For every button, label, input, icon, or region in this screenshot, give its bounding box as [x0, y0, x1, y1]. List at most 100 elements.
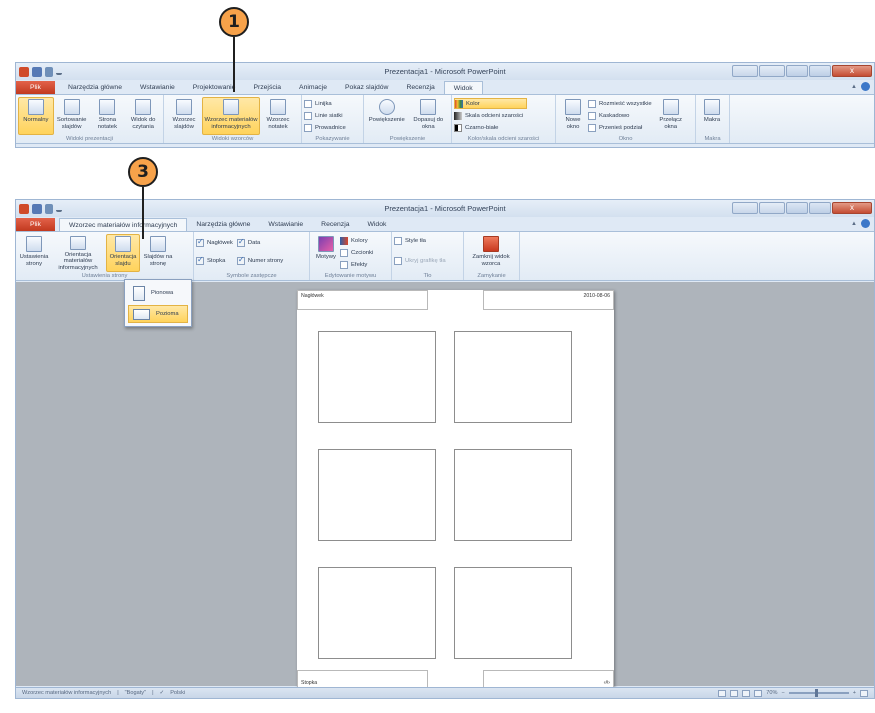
slides-per-page-button[interactable]: Slajdów na stronę [140, 234, 176, 272]
normal-view-button[interactable]: Normalny [18, 97, 54, 135]
title-bar: Prezentacja1 - Microsoft PowerPoint x [16, 63, 874, 80]
maximize-icon[interactable] [809, 202, 831, 214]
tab-animations[interactable]: Animacje [290, 81, 336, 94]
page-number-checkbox[interactable]: Numer strony [236, 255, 287, 266]
status-theme: "Bogaty" [124, 690, 147, 696]
grayscale-button[interactable]: Skala odcieni szarości [454, 110, 527, 121]
tab-design[interactable]: Projektowanie [184, 81, 245, 94]
close-icon[interactable]: x [832, 202, 872, 214]
reading-view-status-icon[interactable] [742, 689, 751, 697]
status-language[interactable]: Polski [170, 690, 185, 696]
help-area: ▲ [851, 219, 870, 228]
themes-button[interactable]: Motywy [312, 234, 340, 272]
slideshow-status-icon[interactable] [754, 689, 763, 697]
slide-slot-2[interactable] [454, 331, 572, 423]
colors-dropdown[interactable]: Kolory [340, 235, 377, 246]
group-label: Widoki prezentacji [65, 136, 114, 142]
help-icon[interactable] [861, 82, 870, 91]
minimize-ribbon-icon[interactable]: ▲ [851, 84, 857, 90]
tab-file[interactable]: Plik [16, 81, 55, 94]
fit-slide-status-icon[interactable] [860, 689, 868, 697]
background-styles-dropdown[interactable]: Style tła [394, 235, 450, 246]
ribbon-handout-master: Ustawienia strony Orientacja materiałów … [16, 231, 874, 281]
tab-review[interactable]: Recenzja [312, 218, 358, 231]
tab-home[interactable]: Narzędzia główne [187, 218, 259, 231]
gridlines-checkbox[interactable]: Linie siatki [304, 110, 350, 121]
extra-control-icon[interactable] [732, 202, 758, 214]
cascade-icon [588, 111, 596, 120]
zoom-level[interactable]: 70% [766, 690, 777, 696]
group-show: Linijka Linie siatki Prowadnice Pokazywa… [302, 95, 364, 143]
handout-orientation-button[interactable]: Orientacja materiałów informacyjnych [50, 234, 106, 272]
header-checkbox[interactable]: Nagłówek [196, 237, 237, 248]
cascade-button[interactable]: Kaskadowo [588, 110, 656, 121]
zoom-out-icon[interactable]: − [781, 690, 784, 696]
colors-icon [340, 236, 348, 245]
notes-page-button[interactable]: Strona notatek [90, 97, 126, 135]
notes-master-button[interactable]: Wzorzec notatek [260, 97, 296, 135]
orientation-portrait-item[interactable]: Pionowa [128, 284, 188, 302]
slide-slot-1[interactable] [318, 331, 436, 423]
arrange-all-button[interactable]: Rozmieść wszystkie [588, 98, 656, 109]
close-icon[interactable]: x [832, 65, 872, 77]
slide-slot-5[interactable] [318, 567, 436, 659]
color-button[interactable]: Kolor [454, 98, 528, 109]
maximize-icon[interactable] [809, 65, 831, 77]
new-window-icon [565, 99, 581, 115]
black-white-button[interactable]: Czarno-białe [454, 122, 527, 133]
minimize-ribbon-icon[interactable]: ▲ [851, 221, 857, 227]
slide-slot-3[interactable] [318, 449, 436, 541]
tab-file[interactable]: Plik [16, 218, 55, 231]
extra-control-icon-2[interactable] [759, 65, 785, 77]
tab-home[interactable]: Narzędzia główne [59, 81, 131, 94]
extra-control-icon[interactable] [732, 65, 758, 77]
guides-checkbox[interactable]: Prowadnice [304, 122, 350, 133]
group-label: Makra [704, 136, 721, 142]
new-window-button[interactable]: Nowe okno [558, 97, 588, 135]
footer-checkbox[interactable]: Stopka [196, 255, 237, 266]
slide-slot-4[interactable] [454, 449, 572, 541]
ruler-checkbox[interactable]: Linijka [304, 98, 350, 109]
zoom-in-icon[interactable]: + [853, 690, 856, 696]
effects-dropdown[interactable]: Efekty [340, 259, 377, 270]
handout-master-button[interactable]: Wzorzec materiałów informacyjnych [202, 97, 260, 135]
hide-background-checkbox[interactable]: Ukryj grafikę tła [394, 255, 450, 266]
date-placeholder[interactable]: 2010-08-06 [483, 290, 614, 310]
minimize-icon[interactable] [786, 202, 808, 214]
group-master-views: Wzorzec slajdów Wzorzec materiałów infor… [164, 95, 302, 143]
header-placeholder[interactable]: Nagłówek [297, 290, 428, 310]
tab-slideshow[interactable]: Pokaz slajdów [336, 81, 397, 94]
fit-to-window-button[interactable]: Dopasuj do okna [408, 97, 450, 135]
slide-orientation-button[interactable]: Orientacja slajdu [106, 234, 140, 272]
normal-view-status-icon[interactable] [718, 689, 727, 697]
help-icon[interactable] [861, 219, 870, 228]
zoom-button[interactable]: Powiększenie [366, 97, 408, 135]
date-checkbox[interactable]: Data [236, 237, 287, 248]
slide-master-button[interactable]: Wzorzec slajdów [166, 97, 202, 135]
minimize-icon[interactable] [786, 65, 808, 77]
reading-view-button[interactable]: Widok do czytania [125, 97, 161, 135]
close-master-view-button[interactable]: Zamknij widok wzorca [466, 234, 516, 272]
group-background: Style tła Ukryj grafikę tła Tło [392, 232, 464, 280]
fonts-dropdown[interactable]: Czcionki [340, 247, 377, 258]
move-split-button[interactable]: Przenieś podział [588, 122, 656, 133]
tab-view[interactable]: Widok [443, 81, 483, 94]
slide-sorter-button[interactable]: Sortowanie slajdów [54, 97, 90, 135]
switch-windows-button[interactable]: Przełącz okna [656, 97, 686, 135]
tab-review[interactable]: Recenzja [397, 81, 443, 94]
normal-view-icon [27, 99, 44, 115]
tab-transitions[interactable]: Przejścia [244, 81, 290, 94]
spellcheck-icon[interactable]: ✓ [160, 690, 165, 696]
page-setup-button[interactable]: Ustawienia strony [18, 234, 50, 272]
tab-insert[interactable]: Wstawianie [131, 81, 184, 94]
zoom-slider[interactable] [788, 689, 849, 697]
orientation-landscape-item[interactable]: Pozioma [128, 305, 188, 323]
tab-view[interactable]: Widok [359, 218, 396, 231]
macros-button[interactable]: Makra [698, 97, 726, 135]
extra-control-icon-2[interactable] [759, 202, 785, 214]
tab-insert[interactable]: Wstawianie [259, 218, 312, 231]
slide-slot-6[interactable] [454, 567, 572, 659]
powerpoint-window-view: Prezentacja1 - Microsoft PowerPoint x Pl… [15, 62, 875, 148]
sorter-view-status-icon[interactable] [730, 689, 739, 697]
tab-handout-master[interactable]: Wzorzec materiałów informacyjnych [58, 218, 188, 231]
